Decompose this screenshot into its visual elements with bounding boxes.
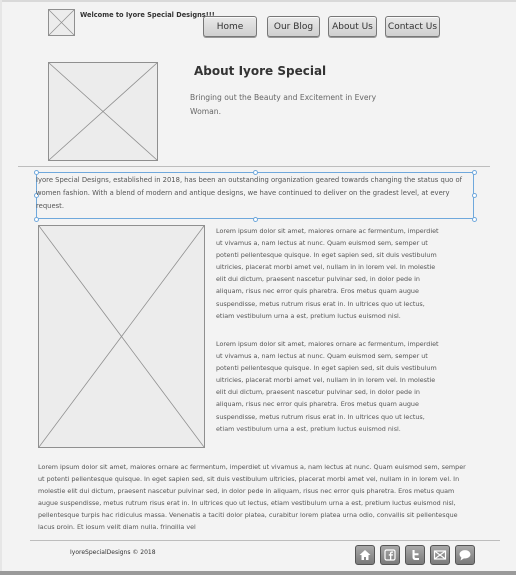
about-subtitle: Bringing out the Beauty and Excitement i… (190, 93, 377, 116)
mail-icon[interactable] (430, 545, 450, 565)
twitter-icon[interactable] (405, 545, 425, 565)
facebook-icon[interactable] (380, 545, 400, 565)
resize-handle-b[interactable] (253, 217, 258, 222)
nav-contact-button[interactable]: Contact Us (385, 16, 440, 37)
welcome-text: Welcome to Iyore Special Designs!!! (80, 11, 215, 19)
lorem-paragraph-2-text: Lorem ipsum dolor sit amet, maiores orna… (216, 340, 439, 433)
footer-divider (30, 540, 500, 541)
nav-home-button[interactable]: Home (203, 16, 257, 37)
lorem-paragraph-2: Lorem ipsum dolor sit amet, maiores orna… (216, 338, 441, 439)
about-hero-image (48, 62, 158, 161)
text-fade (216, 429, 441, 439)
about-title: About Iyore Special (194, 64, 327, 78)
bottom-border (0, 571, 516, 575)
intro-text[interactable]: Iyore Special Designs, established in 20… (36, 174, 472, 213)
lorem-paragraph-wide: Lorem ipsum dolor sit amet, maiores orna… (38, 463, 466, 529)
chat-icon[interactable] (455, 545, 475, 565)
resize-handle-tr[interactable] (472, 170, 477, 175)
home-icon[interactable] (355, 545, 375, 565)
text-fade (216, 317, 441, 327)
logo-image (48, 9, 75, 36)
lorem-paragraph-1-text: Lorem ipsum dolor sit amet, maiores orna… (216, 227, 439, 320)
content-image (38, 225, 205, 448)
resize-handle-bl[interactable] (34, 217, 39, 222)
top-border (0, 0, 516, 2)
left-border (0, 0, 2, 575)
section-divider (18, 166, 490, 167)
page-canvas: Welcome to Iyore Special Designs!!! Home… (0, 0, 516, 575)
resize-handle-br[interactable] (472, 217, 477, 222)
nav-about-button[interactable]: About Us (328, 16, 377, 37)
footer-copyright: IyoreSpecialDesigns © 2018 (70, 549, 156, 556)
nav-blog-button[interactable]: Our Blog (267, 16, 320, 37)
lorem-paragraph-1: Lorem ipsum dolor sit amet, maiores orna… (216, 225, 441, 327)
resize-handle-r[interactable] (472, 193, 477, 198)
